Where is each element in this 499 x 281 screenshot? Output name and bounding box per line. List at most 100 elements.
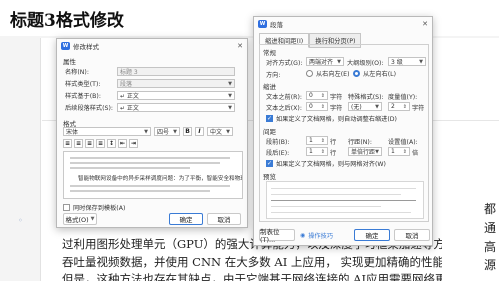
preview-line bbox=[70, 157, 230, 159]
direction-ltr-option[interactable]: 从左向右(L) bbox=[353, 69, 396, 78]
after-text-value: 0 bbox=[309, 103, 313, 110]
align-center-icon[interactable]: ≡ bbox=[74, 139, 83, 148]
grid-indent-option[interactable]: ✓ 如果定义了文档网格，则自动调整右缩进(D) bbox=[266, 114, 397, 123]
next-style-value: ↵ 正文 bbox=[120, 105, 139, 112]
paragraph-preview bbox=[266, 181, 424, 219]
direction-rtl-option[interactable]: 从右向左(E) bbox=[306, 69, 350, 78]
based-on-select[interactable]: ↵ 正文 ▼ bbox=[117, 91, 235, 100]
chevron-down-icon: ▼ bbox=[173, 128, 177, 135]
after-text-spinner[interactable]: 0 ⇕ bbox=[306, 102, 328, 111]
cancel-button[interactable]: 取消 bbox=[207, 213, 241, 225]
align-justify-icon[interactable]: ≡ bbox=[96, 139, 105, 148]
after-para-value: 1 bbox=[309, 148, 313, 155]
indent-section-label: 缩进 bbox=[263, 83, 276, 91]
setting-value: 1 bbox=[391, 148, 395, 155]
align-right-icon[interactable]: ≡ bbox=[85, 139, 94, 148]
indent-decrease-icon[interactable]: ⇤ bbox=[118, 139, 127, 148]
outline-level-select[interactable]: 3 级 ▼ bbox=[388, 57, 426, 66]
format-button-label: 格式(O) bbox=[65, 216, 89, 224]
font-size-select[interactable]: 四号 ▼ bbox=[154, 127, 180, 136]
spin-arrows-icon: ⇕ bbox=[402, 103, 407, 110]
before-para-spinner[interactable]: 1 ⇕ bbox=[306, 136, 328, 145]
language-value: 中文 bbox=[210, 129, 223, 136]
spin-arrows-icon: ⇕ bbox=[320, 148, 325, 155]
italic-button[interactable]: I bbox=[195, 127, 204, 136]
tabs-button[interactable]: 制表位(T)... bbox=[259, 228, 295, 244]
preview-line bbox=[271, 200, 416, 201]
after-text-label: 文本之后(X): bbox=[266, 105, 302, 112]
preview-line bbox=[70, 167, 190, 169]
style-type-value: 段落 bbox=[120, 81, 133, 88]
before-text-spinner[interactable]: 0 ⇕ bbox=[306, 91, 328, 100]
dialog-titlebar: W 段落 ✕ bbox=[254, 17, 432, 31]
doc-text-line: 吞吐量视频数据，并使用 CNN 在大多数 AI 上应用， 实现更加精确的性能[6… bbox=[62, 255, 442, 269]
next-style-select[interactable]: ↵ 正文 ▼ bbox=[117, 103, 235, 112]
setting-spinner[interactable]: 1 ⇕ bbox=[388, 147, 410, 156]
doc-side-char: 源 bbox=[483, 258, 496, 272]
line-spacing-label: 行距(N): bbox=[348, 139, 372, 146]
direction-label: 方向: bbox=[266, 72, 281, 79]
after-para-spinner[interactable]: 1 ⇕ bbox=[306, 147, 328, 156]
snap-grid-option[interactable]: ✓ 如果定义了文档网格，则与网格对齐(W) bbox=[266, 159, 386, 168]
unit-label: 行 bbox=[330, 139, 337, 146]
indent-increase-icon[interactable]: ⇥ bbox=[129, 139, 138, 148]
chevron-down-icon: ▼ bbox=[144, 128, 148, 135]
prop-label: 样式类型(T): bbox=[65, 81, 101, 88]
measure-spinner[interactable]: 2 ⇕ bbox=[388, 102, 410, 111]
page-heading: 标题3格式修改 bbox=[10, 11, 124, 31]
prop-label: 名称(N): bbox=[65, 69, 89, 76]
line-spacing-select[interactable]: 单倍行距 ▼ bbox=[348, 147, 382, 156]
align-left-icon[interactable]: ≡ bbox=[63, 139, 72, 148]
chevron-down-icon: ▼ bbox=[228, 92, 232, 99]
spin-arrows-icon: ⇕ bbox=[320, 92, 325, 99]
dialog-title: 段落 bbox=[270, 21, 283, 29]
snap-grid-checkbox[interactable]: ✓ bbox=[266, 160, 273, 167]
chevron-down-icon: ▼ bbox=[226, 128, 230, 135]
wps-app-icon: W bbox=[258, 20, 267, 28]
style-type-select[interactable]: 段落 ▼ bbox=[117, 79, 235, 88]
prop-row-type: 样式类型(T): 段落 ▼ bbox=[65, 79, 235, 88]
spin-arrows-icon: ⇕ bbox=[320, 103, 325, 110]
close-icon[interactable]: ✕ bbox=[422, 20, 428, 28]
style-name-field[interactable]: 标题 3 bbox=[117, 67, 235, 76]
tips-icon: ◉ bbox=[300, 232, 306, 239]
template-option[interactable]: 同时保存到模板(A) bbox=[63, 203, 125, 212]
format-button[interactable]: 格式(O) ▼ bbox=[63, 213, 97, 225]
chevron-down-icon: ▼ bbox=[337, 58, 341, 65]
font-name-select[interactable]: 宋体 ▼ bbox=[63, 127, 151, 136]
paragraph-toolbar: ≡ ≡ ≡ ≡ ↕ ⇤ ⇥ bbox=[63, 139, 138, 148]
spin-arrows-icon: ⇕ bbox=[320, 137, 325, 144]
close-icon[interactable]: ✕ bbox=[237, 42, 243, 50]
line-spacing-icon[interactable]: ↕ bbox=[107, 139, 116, 148]
direction-rtl-radio[interactable] bbox=[306, 70, 313, 77]
chevron-down-icon: ▼ bbox=[375, 103, 379, 110]
preview-line bbox=[271, 188, 416, 189]
bold-button[interactable]: B bbox=[183, 127, 192, 136]
dialog-titlebar: W 修改样式 ✕ bbox=[57, 39, 247, 53]
prop-label: 样式基于(B): bbox=[65, 93, 101, 100]
language-select[interactable]: 中文 ▼ bbox=[207, 127, 233, 136]
before-text-label: 文本之前(R): bbox=[266, 94, 302, 101]
direction-ltr-radio[interactable] bbox=[353, 70, 360, 77]
style-preview: 智能物联网设备中的异步采样调度问题：为了平衡，智能安全和物理 bbox=[63, 151, 243, 199]
direction-rtl-label: 从右向左(E) bbox=[316, 71, 350, 78]
preview-line bbox=[271, 206, 381, 207]
doc-side-char: 高 bbox=[483, 240, 496, 254]
before-para-value: 1 bbox=[309, 137, 313, 144]
align-label: 对齐方式(G): bbox=[266, 60, 303, 67]
chevron-down-icon: ▼ bbox=[375, 148, 379, 155]
special-format-select[interactable]: (无) ▼ bbox=[348, 102, 382, 111]
template-checkbox[interactable] bbox=[63, 204, 70, 211]
ok-button[interactable]: 确定 bbox=[169, 213, 203, 225]
unit-label: 字符 bbox=[330, 94, 343, 101]
alignment-select[interactable]: 两端对齐 ▼ bbox=[306, 57, 344, 66]
ok-button[interactable]: 确定 bbox=[354, 229, 390, 241]
cancel-button[interactable]: 取消 bbox=[394, 229, 430, 241]
tips-link[interactable]: ◉ 操作技巧 bbox=[300, 231, 333, 240]
grid-indent-checkbox[interactable]: ✓ bbox=[266, 115, 273, 122]
based-on-value: ↵ 正文 bbox=[120, 93, 139, 100]
prop-label: 后续段落样式(S): bbox=[65, 105, 113, 112]
general-section-label: 常规 bbox=[263, 49, 276, 57]
tab-panel: 常规 对齐方式(G): 两端对齐 ▼ 大纲级别(O): 3 级 ▼ 方向: 从右向左… bbox=[259, 44, 429, 222]
preview-line bbox=[271, 194, 401, 195]
